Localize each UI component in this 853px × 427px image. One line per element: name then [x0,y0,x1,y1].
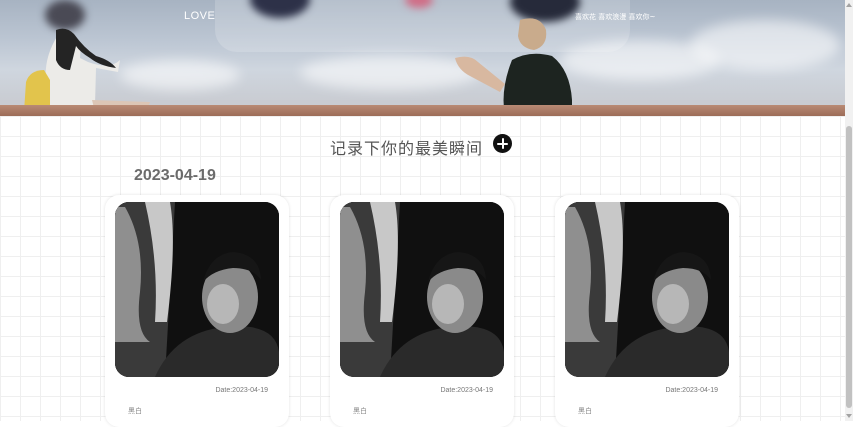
photo-card[interactable]: Date:2023-04-19 黑白 [330,195,514,427]
portrait-image [115,202,279,377]
card-tag: 黑白 [578,407,592,415]
card-date: Date:2023-04-19 [665,387,718,394]
card-photo[interactable] [115,202,279,377]
page-scrollbar[interactable] [845,0,853,421]
header-slogan: 喜欢花 喜欢浪漫 喜欢你~ [575,13,656,21]
add-moment-button[interactable] [493,134,512,153]
card-date: Date:2023-04-19 [440,387,493,394]
wall-ledge [0,105,845,116]
card-photo[interactable] [565,202,729,377]
card-tag: 黑白 [128,407,142,415]
couple-photo [24,18,572,116]
scroll-thumb[interactable] [846,126,852,408]
site-logo[interactable]: LOVE [184,10,215,22]
section-title: 记录下你的最美瞬间 [330,139,484,158]
hero-banner: LOVE 喜欢花 喜欢浪漫 喜欢你~ [0,0,845,116]
portrait-image [340,202,504,377]
scroll-up-icon[interactable] [846,3,852,7]
card-tag: 黑白 [353,407,367,415]
date-group-heading: 2023-04-19 [134,167,216,184]
photo-card[interactable]: Date:2023-04-19 黑白 [555,195,739,427]
card-photo[interactable] [340,202,504,377]
card-date: Date:2023-04-19 [215,387,268,394]
portrait-image [565,202,729,377]
scroll-down-icon[interactable] [846,414,852,418]
plus-icon [497,138,508,149]
photo-card[interactable]: Date:2023-04-19 黑白 [105,195,289,427]
